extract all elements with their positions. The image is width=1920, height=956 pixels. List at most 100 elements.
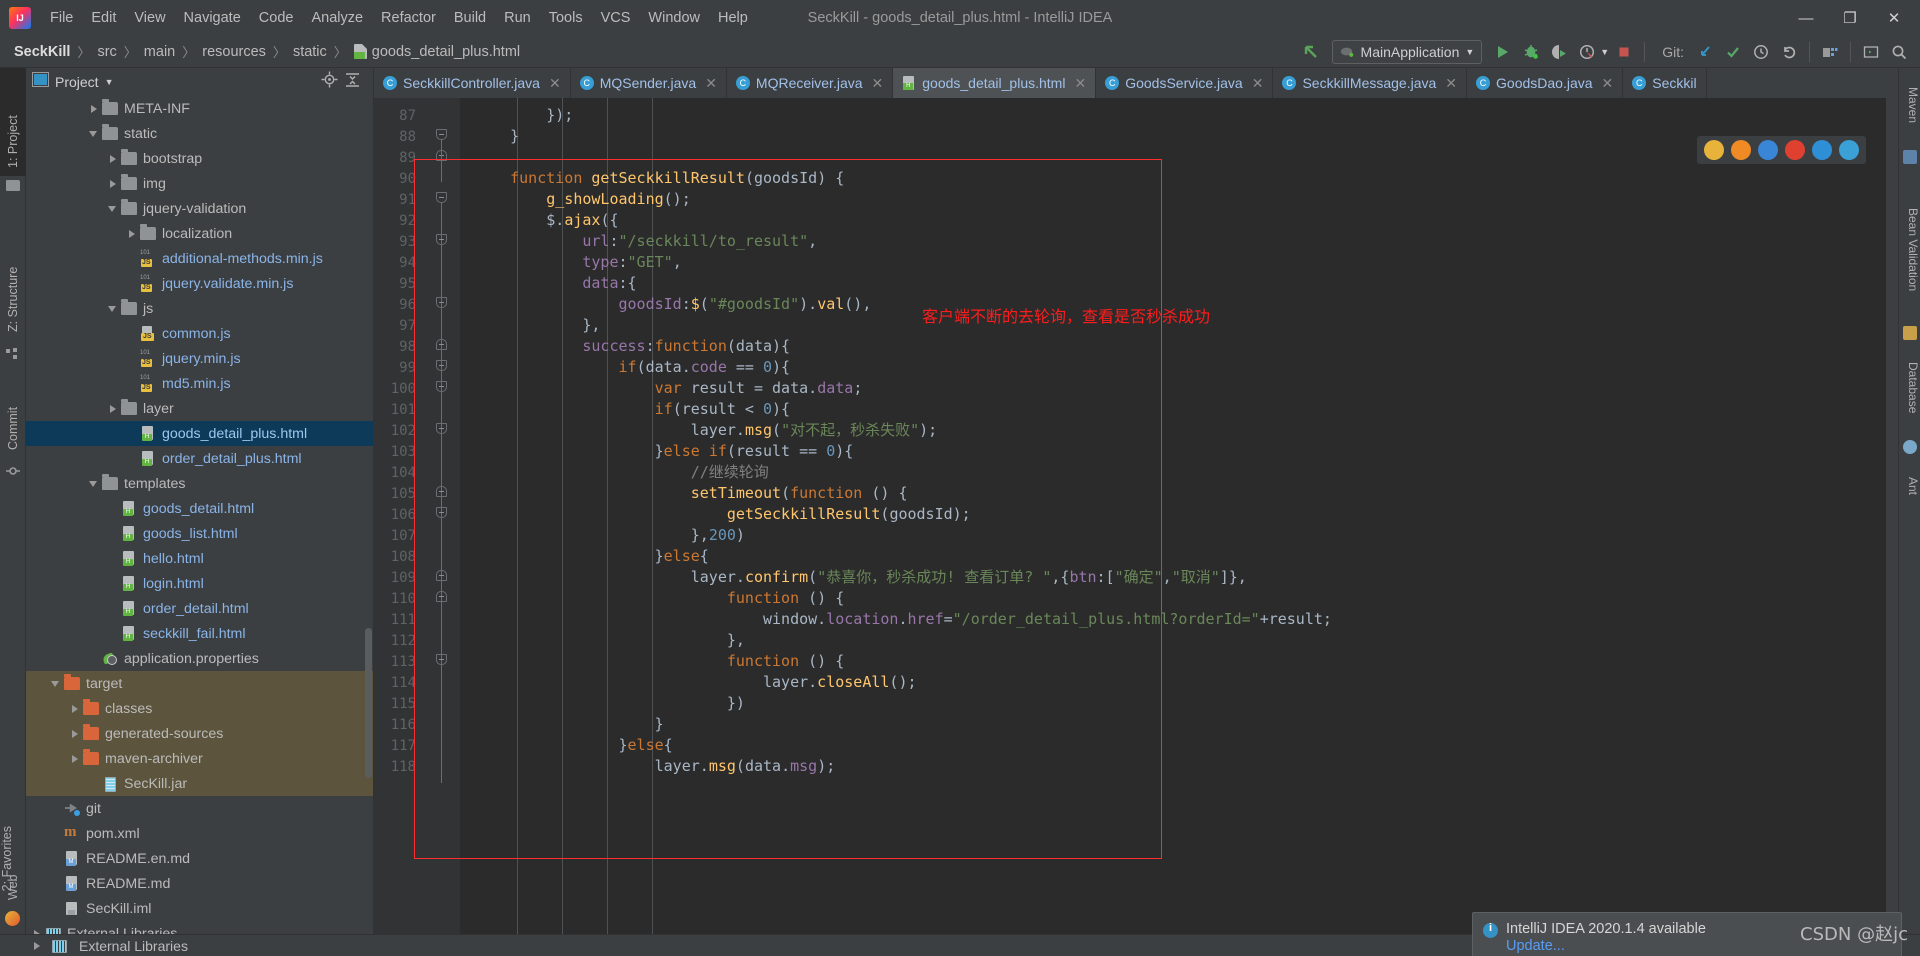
code-editor[interactable]: 87 88 89 90 91 92 93 94 95 96 97 98 99 100 101 102 103 10… [374,98,1886,934]
code-line[interactable]: url:"/seckkill/to_result", [474,231,817,252]
tree-item-login-html[interactable]: login.html [26,571,373,596]
menu-item-view[interactable]: View [125,7,174,29]
tree-item-goods-detail-plus-html[interactable]: goods_detail_plus.html [26,421,373,446]
tree-item-meta-inf[interactable]: META-INF [26,96,373,121]
close-icon[interactable]: ✕ [549,75,561,92]
tree-item-img[interactable]: img [26,171,373,196]
sidebar-item-maven[interactable]: Maven [1898,72,1920,138]
tree-item-goods-detail-html[interactable]: goods_detail.html [26,496,373,521]
code-line[interactable]: }); [474,105,573,126]
fold-marker[interactable] [436,381,447,392]
tree-item-readme-md[interactable]: README.md [26,871,373,896]
fold-marker[interactable] [436,570,447,581]
tree-item-maven-archiver[interactable]: maven-archiver [26,746,373,771]
profile-icon[interactable] [1574,39,1600,65]
tree-item-localization[interactable]: localization [26,221,373,246]
code-line[interactable]: layer.closeAll(); [474,672,917,693]
code-line[interactable]: } [474,126,519,147]
menu-item-refactor[interactable]: Refactor [372,7,445,29]
sidebar-item-database[interactable]: Database [1898,346,1920,430]
code-line[interactable]: function getSeckkillResult(goodsId) { [474,168,844,189]
tree-item-bootstrap[interactable]: bootstrap [26,146,373,171]
code-line[interactable]: if(data.code == 0){ [474,357,791,378]
project-tree-scrollbar[interactable] [365,628,372,778]
breadcrumb-parts[interactable]: 〉 src 〉 main 〉 resources 〉 static [70,42,326,61]
code-line[interactable]: type:"GET", [474,252,681,273]
git-history-icon[interactable] [1748,39,1774,65]
chevron-down-icon[interactable] [87,127,100,140]
editor-tab-bar[interactable]: SeckkillController.java✕MQSender.java✕MQ… [374,68,1886,98]
code-line[interactable]: success:function(data){ [474,336,790,357]
tree-item-common-js[interactable]: common.js [26,321,373,346]
git-revert-icon[interactable] [1776,39,1802,65]
menu-item-code[interactable]: Code [250,7,303,29]
tree-item-additional-methods-min-js[interactable]: additional-methods.min.js [26,246,373,271]
menu-item-edit[interactable]: Edit [82,7,125,29]
code-line[interactable]: goodsId:$("#goodsId").val(), [474,294,872,315]
editor-tab-seckkillmessage-java[interactable]: SeckkillMessage.java ✕ [1273,68,1468,98]
menu-item-run[interactable]: Run [495,7,540,29]
code-line[interactable]: $.ajax({ [474,210,618,231]
code-line[interactable]: data:{ [474,273,636,294]
close-icon[interactable]: ✕ [1252,75,1264,92]
tree-item-jquery-validation[interactable]: jquery-validation [26,196,373,221]
code-line[interactable]: layer.confirm("恭喜你，秒杀成功! 查看订单? ",{btn:["… [474,567,1247,588]
code-line[interactable]: layer.msg("对不起，秒杀失败"); [474,420,937,441]
left-tool-strip[interactable]: 1: Project Z: Structure Commit Web [0,68,26,934]
collapse-all-icon[interactable] [344,71,361,93]
code-line[interactable]: }) [474,693,745,714]
menu-item-window[interactable]: Window [639,7,709,29]
editor-tab-mqsender-java[interactable]: MQSender.java ✕ [571,68,727,98]
menu-item-navigate[interactable]: Navigate [175,7,250,29]
notification-update-link[interactable]: Update... [1506,938,1565,954]
editor-tab-mqreceiver-java[interactable]: MQReceiver.java ✕ [727,68,894,98]
code-line[interactable]: }else{ [474,735,672,756]
tree-item-jquery-validate-min-js[interactable]: jquery.validate.min.js [26,271,373,296]
sidebar-item-favorites[interactable]: 2: Favorites [0,820,26,930]
fold-marker[interactable] [436,360,447,371]
back-arrow-icon[interactable] [1298,39,1324,65]
stop-icon[interactable] [1611,39,1637,65]
chevron-right-icon[interactable] [68,702,81,715]
tree-item-classes[interactable]: classes [26,696,373,721]
tree-item-order-detail-plus-html[interactable]: order_detail_plus.html [26,446,373,471]
menu-items[interactable]: File Edit View Navigate Code Analyze Refactor B… [41,7,757,29]
code-line[interactable]: function () { [474,651,844,672]
code-line[interactable]: }else{ [474,546,709,567]
chevron-down-icon[interactable] [106,202,119,215]
firefox-icon[interactable] [1731,140,1751,160]
tree-item-seckill-jar[interactable]: SecKill.jar [26,771,373,796]
profile-chevron-icon[interactable]: ▼ [1600,47,1609,57]
sidebar-item-project[interactable]: 1: Project [0,68,26,176]
close-icon[interactable]: ✕ [705,75,717,92]
sidebar-item-structure[interactable]: Z: Structure [0,228,26,340]
chevron-down-icon[interactable]: ▼ [105,77,114,87]
breadcrumb-part-static[interactable]: static [293,44,327,60]
fold-marker[interactable] [436,486,447,497]
minimize-button[interactable]: — [1784,2,1828,34]
code-line[interactable]: layer.msg(data.msg); [474,756,836,777]
chevron-down-icon[interactable] [49,677,62,690]
menu-item-tools[interactable]: Tools [540,7,592,29]
git-commit-icon[interactable] [1720,39,1746,65]
run-configuration-selector[interactable]: MainApplication ▼ [1331,39,1483,64]
code-line[interactable]: setTimeout(function () { [474,483,908,504]
breadcrumb-part-main[interactable]: main [144,44,175,60]
tree-item-git[interactable]: git [26,796,373,821]
menu-item-help[interactable]: Help [709,7,757,29]
editor-tab-goodsservice-java[interactable]: GoodsService.java ✕ [1096,68,1274,98]
code-line[interactable]: },200) [474,525,745,546]
chevron-right-icon[interactable] [125,227,138,240]
fold-marker[interactable] [436,423,447,434]
toolbar-actions[interactable]: MainApplication ▼ ▼ Git: [1298,39,1920,65]
code-line[interactable]: if(result < 0){ [474,399,790,420]
tree-item-seckill-iml[interactable]: SecKill.iml [26,896,373,921]
code-line[interactable]: }, [474,630,745,651]
fold-marker[interactable] [436,129,447,140]
breadcrumb-project[interactable]: SeckKill [14,44,70,60]
tree-item-templates[interactable]: templates [26,471,373,496]
safari-icon[interactable] [1839,140,1859,160]
code-line[interactable]: g_showLoading(); [474,189,691,210]
code-line[interactable]: } [474,714,664,735]
tree-item-seckkill-fail-html[interactable]: seckkill_fail.html [26,621,373,646]
